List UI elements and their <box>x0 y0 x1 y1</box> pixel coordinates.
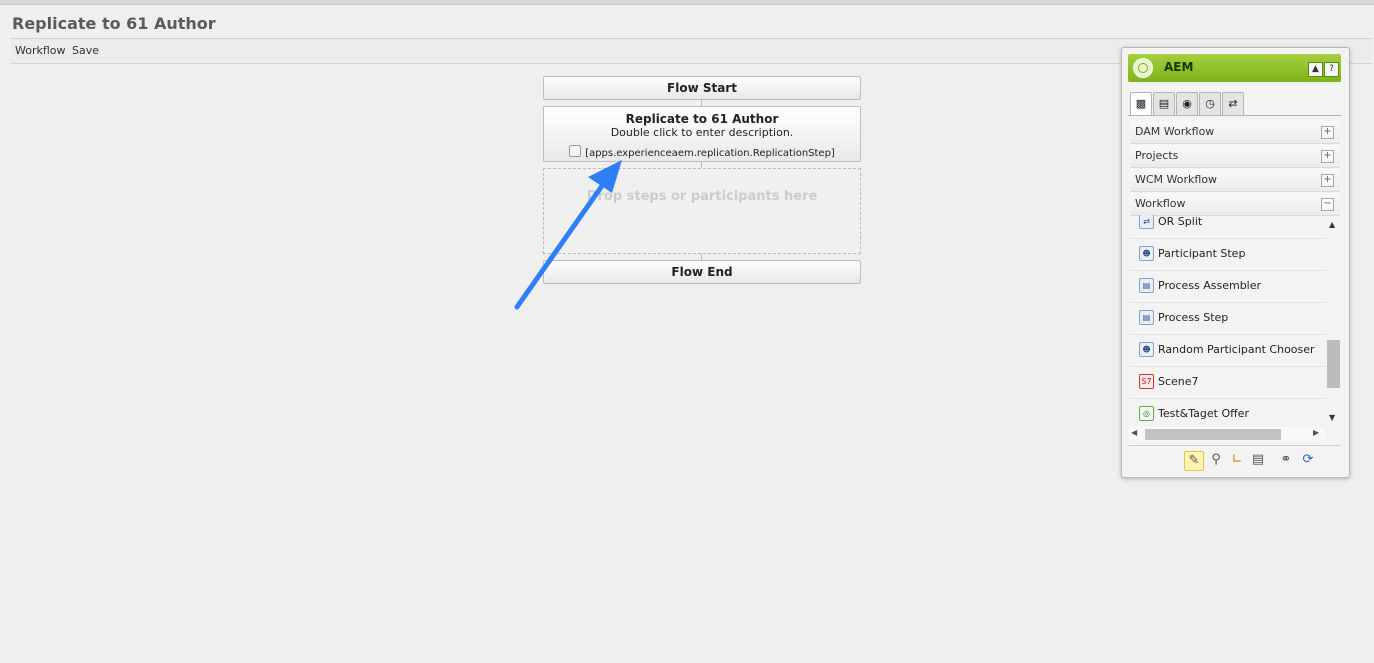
item-label: Scene7 <box>1158 375 1199 388</box>
group-dam-workflow[interactable]: DAM Workflow + <box>1130 121 1340 144</box>
process-icon: ▤ <box>1139 310 1154 325</box>
scroll-thumb[interactable] <box>1145 429 1281 440</box>
sidekick-panel[interactable]: AEM ▲ ? ▩ ▤ ◉ ◷ ⇄ DAM Workflow + Project… <box>1121 47 1350 478</box>
workflow-icon[interactable]: ⇄ <box>1222 92 1244 115</box>
scroll-thumb[interactable] <box>1327 340 1340 388</box>
group-label: DAM Workflow <box>1135 125 1215 138</box>
item-label: Process Step <box>1158 311 1229 324</box>
list-item[interactable]: ☻ Participant Step <box>1130 239 1326 271</box>
item-label: OR Split <box>1158 215 1203 228</box>
components-icon[interactable]: ▩ <box>1130 92 1152 116</box>
expand-icon[interactable]: + <box>1321 174 1334 187</box>
scroll-up-icon[interactable]: ▲ <box>1329 220 1335 229</box>
process-icon: ▤ <box>1139 278 1154 293</box>
split-icon: ⇄ <box>1139 215 1154 229</box>
page-icon[interactable]: ▤ <box>1249 451 1267 469</box>
sidekick-footer: ✎ ⚲ ∟ ▤ ⚭ ⟳ <box>1128 445 1341 474</box>
page-icon[interactable]: ▤ <box>1153 92 1175 115</box>
pencil-icon[interactable]: ✎ <box>1184 451 1204 471</box>
search-icon[interactable]: ⚲ <box>1207 451 1225 469</box>
group-label: Workflow <box>1135 197 1186 210</box>
link-icon[interactable]: ⚭ <box>1277 451 1295 469</box>
list-item[interactable]: ▤ Process Step <box>1130 303 1326 335</box>
list-item[interactable]: S7 Scene7 <box>1130 367 1326 399</box>
group-workflow[interactable]: Workflow − <box>1130 193 1340 216</box>
vertical-scrollbar[interactable]: ▲ ▼ <box>1327 216 1340 428</box>
sidekick-title: AEM <box>1164 60 1194 74</box>
group-projects[interactable]: Projects + <box>1130 145 1340 168</box>
scroll-left-icon[interactable]: ◀ <box>1131 428 1137 437</box>
collapse-icon[interactable]: − <box>1321 198 1334 211</box>
item-label: Participant Step <box>1158 247 1246 260</box>
aem-logo-icon <box>1133 58 1153 78</box>
item-label: Process Assembler <box>1158 279 1262 292</box>
scene7-icon: S7 <box>1139 374 1154 389</box>
participant-icon: ☻ <box>1139 246 1154 261</box>
target-icon: ◎ <box>1139 406 1154 421</box>
expand-icon[interactable]: + <box>1321 150 1334 163</box>
participant-icon: ☻ <box>1139 342 1154 357</box>
group-wcm-workflow[interactable]: WCM Workflow + <box>1130 169 1340 192</box>
list-item[interactable]: ▤ Process Assembler <box>1130 271 1326 303</box>
list-item[interactable]: ⇄ OR Split <box>1130 215 1326 239</box>
list-item[interactable]: ◎ Test&Taget Offer <box>1130 399 1326 425</box>
scroll-right-icon[interactable]: ▶ <box>1313 428 1319 437</box>
scroll-down-icon[interactable]: ▼ <box>1329 413 1335 422</box>
group-label: Projects <box>1135 149 1179 162</box>
lock-icon[interactable]: ◉ <box>1176 92 1198 115</box>
clock-icon[interactable]: ◷ <box>1199 92 1221 115</box>
horizontal-scrollbar[interactable]: ◀ ▶ <box>1129 427 1325 441</box>
list-item[interactable]: ☻ Random Participant Chooser <box>1130 335 1326 367</box>
component-list[interactable]: ⇄ OR Split ☻ Participant Step ▤ Process … <box>1130 215 1340 425</box>
item-label: Test&Taget Offer <box>1158 407 1249 420</box>
sidekick-header[interactable]: AEM ▲ ? <box>1128 54 1341 82</box>
ruler-icon[interactable]: ∟ <box>1228 451 1246 469</box>
refresh-icon[interactable]: ⟳ <box>1299 451 1317 469</box>
help-icon[interactable]: ? <box>1324 62 1339 77</box>
tab-divider <box>1128 115 1341 116</box>
collapse-icon[interactable]: ▲ <box>1308 62 1323 77</box>
item-label: Random Participant Chooser <box>1158 343 1315 356</box>
group-label: WCM Workflow <box>1135 173 1218 186</box>
expand-icon[interactable]: + <box>1321 126 1334 139</box>
